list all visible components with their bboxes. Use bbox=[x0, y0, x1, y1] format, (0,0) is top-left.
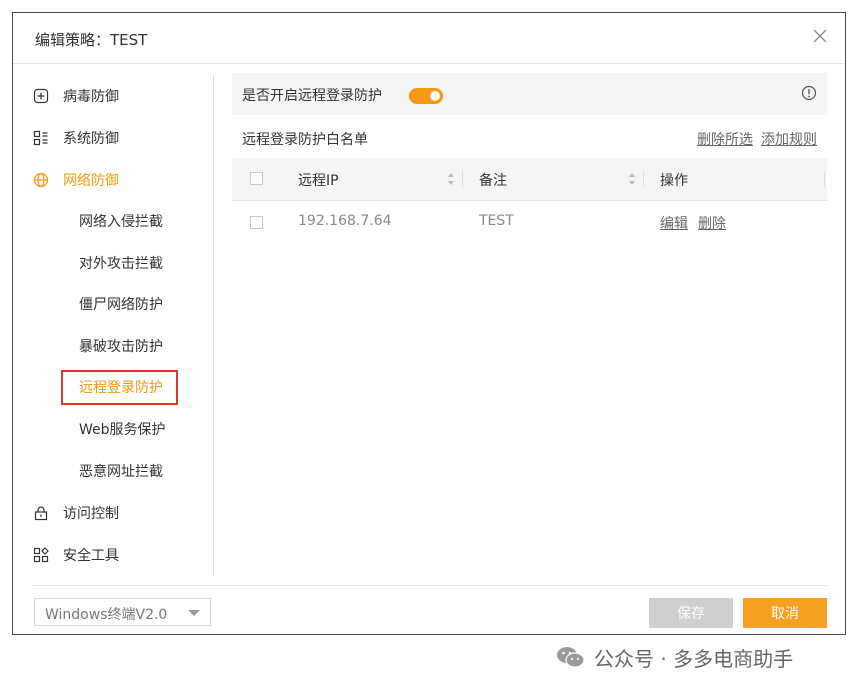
close-icon[interactable] bbox=[813, 29, 827, 43]
save-button[interactable]: 保存 bbox=[649, 598, 733, 628]
delete-selected-link[interactable]: 删除所选 bbox=[697, 129, 753, 149]
row-checkbox[interactable] bbox=[250, 216, 263, 229]
subitem-web-service-protection[interactable]: Web服务保护 bbox=[79, 419, 166, 439]
column-separator bbox=[462, 171, 463, 187]
column-separator bbox=[643, 171, 644, 187]
apps-icon bbox=[33, 547, 49, 563]
subitem-malicious-url-block[interactable]: 恶意网址拦截 bbox=[79, 461, 163, 481]
sidebar-item-network-defense[interactable]: 网络防御 bbox=[33, 168, 119, 192]
delete-link[interactable]: 删除 bbox=[698, 213, 726, 233]
header-divider bbox=[13, 63, 845, 64]
watermark: 公众号 · 多多电商助手 bbox=[556, 644, 794, 671]
dialog-title: 编辑策略：TEST bbox=[35, 31, 148, 49]
edit-link[interactable]: 编辑 bbox=[660, 213, 688, 233]
grid-icon bbox=[33, 130, 48, 146]
subitem-botnet-protection[interactable]: 僵尸网络防护 bbox=[79, 294, 163, 314]
sidebar-divider bbox=[213, 75, 214, 575]
sidebar-item-security-tools[interactable]: 安全工具 bbox=[33, 543, 119, 567]
column-header-remote-ip[interactable]: 远程IP bbox=[298, 170, 339, 190]
sidebar-item-label: 访问控制 bbox=[63, 506, 119, 522]
column-header-note[interactable]: 备注 bbox=[479, 170, 507, 190]
sidebar-item-system-defense[interactable]: 系统防御 bbox=[33, 126, 119, 150]
sidebar-item-access-control[interactable]: 访问控制 bbox=[33, 501, 119, 525]
cell-note: TEST bbox=[479, 213, 514, 229]
subitem-bruteforce-protection[interactable]: 暴破攻击防护 bbox=[79, 336, 163, 356]
toggle-label: 是否开启远程登录防护 bbox=[242, 88, 382, 104]
footer-divider bbox=[31, 585, 827, 586]
column-separator bbox=[824, 171, 825, 187]
wechat-icon bbox=[557, 647, 585, 668]
cancel-button[interactable]: 取消 bbox=[743, 598, 827, 628]
select-all-checkbox[interactable] bbox=[250, 172, 263, 185]
switch-knob bbox=[430, 91, 440, 101]
version-select[interactable]: Windows终端V2.0 bbox=[34, 598, 211, 626]
edit-policy-dialog: 编辑策略：TEST 病毒防御 系统防御 网络防御 网络入侵拦截 对外攻击拦截 僵… bbox=[12, 12, 846, 635]
sidebar-item-label: 病毒防御 bbox=[63, 89, 119, 105]
chevron-down-icon bbox=[188, 610, 200, 616]
subitem-network-intrusion-block[interactable]: 网络入侵拦截 bbox=[79, 211, 163, 231]
version-select-value: Windows终端V2.0 bbox=[45, 607, 168, 623]
highlight-annotation-box bbox=[61, 370, 178, 405]
watermark-text: 公众号 · 多多电商助手 bbox=[594, 646, 794, 671]
column-header-actions: 操作 bbox=[660, 173, 688, 189]
lock-icon bbox=[34, 506, 48, 521]
sidebar-item-label: 网络防御 bbox=[63, 173, 119, 189]
cell-remote-ip: 192.168.7.64 bbox=[298, 213, 392, 229]
whitelist-title: 远程登录防护白名单 bbox=[242, 132, 368, 148]
remote-login-toggle-row: 是否开启远程登录防护 bbox=[232, 73, 827, 115]
subitem-outbound-attack-block[interactable]: 对外攻击拦截 bbox=[79, 253, 163, 273]
sort-icon[interactable] bbox=[628, 172, 636, 186]
globe-icon bbox=[33, 172, 49, 188]
sidebar-item-virus-defense[interactable]: 病毒防御 bbox=[33, 84, 119, 108]
sort-icon[interactable] bbox=[447, 172, 455, 186]
table-header: 远程IP 备注 操作 bbox=[232, 158, 827, 201]
sidebar-item-label: 安全工具 bbox=[63, 548, 119, 564]
add-rule-link[interactable]: 添加规则 bbox=[761, 129, 817, 149]
sidebar-item-label: 系统防御 bbox=[63, 131, 119, 147]
remote-login-protection-switch[interactable] bbox=[409, 88, 443, 104]
plus-square-icon bbox=[33, 88, 49, 104]
info-icon[interactable] bbox=[801, 85, 817, 101]
